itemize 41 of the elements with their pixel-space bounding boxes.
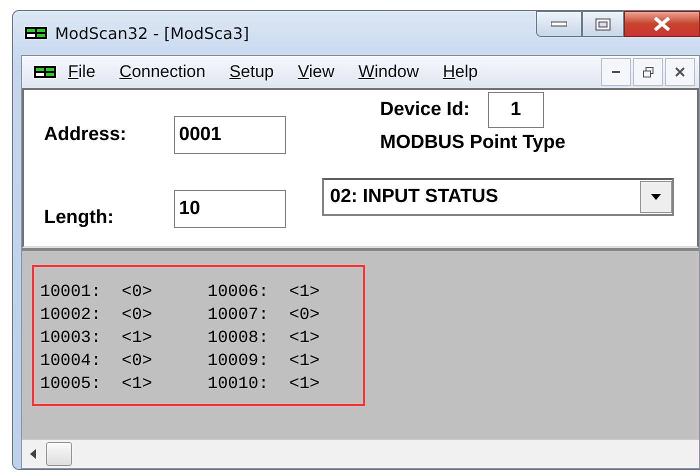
length-field[interactable]: 10 — [174, 190, 286, 228]
menu-item[interactable]: Help — [430, 62, 490, 82]
register-reading: 10007: <0> — [208, 305, 321, 327]
register-reading: 10005: <1> — [40, 374, 154, 396]
restore-button[interactable] — [633, 58, 663, 86]
address-field[interactable]: 0001 — [174, 116, 286, 154]
minimize-button[interactable] — [536, 11, 582, 37]
register-reading: 10010: <1> — [208, 374, 321, 396]
register-reading: 10001: <0> — [40, 282, 154, 304]
register-reading: 10003: <1> — [40, 328, 154, 350]
app-icon — [25, 27, 47, 39]
dropdown-arrow-icon — [651, 194, 661, 200]
point-type-dropdown[interactable]: 02: INPUT STATUS — [322, 178, 674, 216]
close-button[interactable] — [665, 58, 695, 86]
register-reading: 10009: <1> — [208, 351, 321, 373]
menu-item[interactable]: Setup — [217, 62, 286, 82]
document-icon — [34, 66, 56, 78]
device-id-field[interactable]: 1 — [488, 92, 544, 128]
length-label: Length: — [44, 207, 115, 229]
register-reading: 10002: <0> — [40, 305, 154, 327]
window-title: ModScan32 - [ModSca3] — [55, 24, 250, 42]
point-type-label: MODBUS Point Type — [379, 132, 566, 154]
register-reading: 10004: <0> — [40, 351, 154, 373]
menu-item[interactable]: Window — [346, 62, 431, 82]
maximize-button[interactable] — [582, 11, 624, 37]
device-id-label: Device Id: — [380, 99, 470, 121]
register-reading: 10006: <1> — [208, 282, 321, 304]
address-label: Address: — [44, 124, 128, 146]
maximize-icon — [595, 18, 611, 30]
close-icon — [653, 17, 671, 31]
register-reading: 10008: <1> — [208, 328, 321, 350]
close-button[interactable] — [624, 11, 700, 37]
menu-item[interactable]: View — [286, 62, 346, 82]
scroll-left-icon[interactable] — [30, 449, 36, 459]
menu-item[interactable]: Connection — [107, 62, 218, 82]
menu-item[interactable]: File — [56, 62, 108, 82]
scrollbar-thumb[interactable] — [46, 442, 72, 466]
close-icon — [675, 67, 685, 77]
restore-icon — [642, 66, 654, 78]
minimize-icon — [612, 70, 620, 74]
minimize-icon — [551, 21, 567, 27]
